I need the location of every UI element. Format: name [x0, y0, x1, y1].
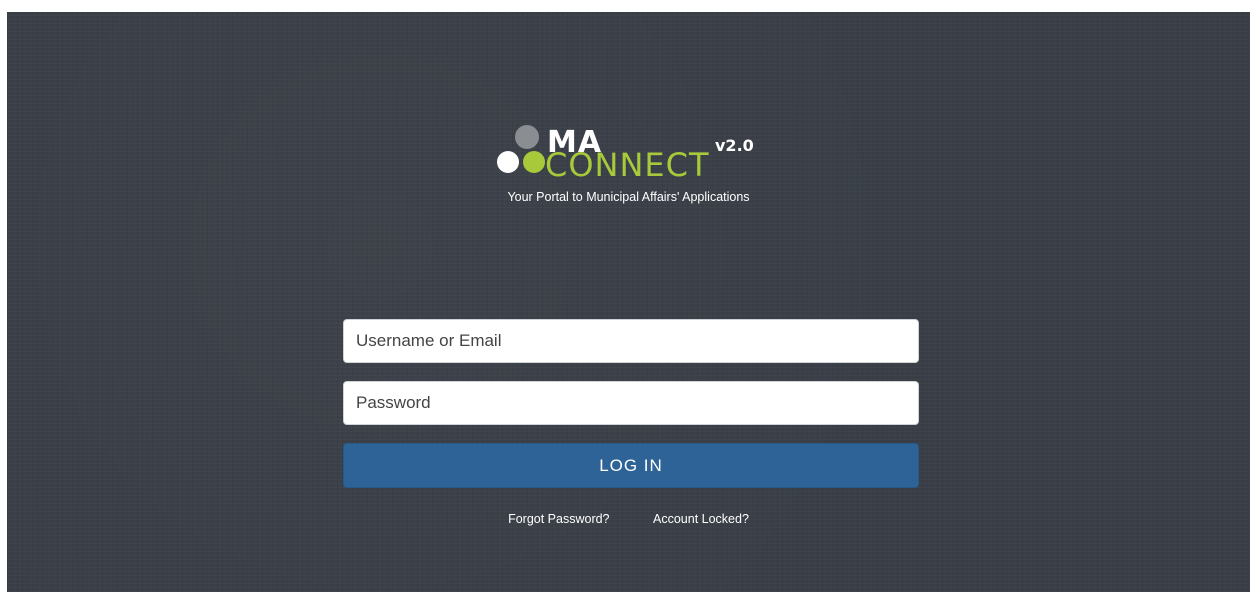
- forgot-password-link[interactable]: Forgot Password?: [508, 512, 609, 526]
- tagline: Your Portal to Municipal Affairs' Applic…: [507, 190, 750, 204]
- logo-dot-white: [497, 151, 519, 173]
- logo-mark: MA v2.0 CONNECT: [497, 125, 754, 184]
- logo-dot-gray: [515, 125, 539, 149]
- help-links: Forgot Password? Account Locked?: [7, 512, 1250, 526]
- username-input[interactable]: [343, 319, 919, 363]
- account-locked-link[interactable]: Account Locked?: [653, 512, 749, 526]
- ma-connect-logo: MA v2.0 CONNECT: [485, 122, 785, 222]
- logo-dot-green: [523, 151, 545, 173]
- logo-text-connect: CONNECT: [545, 146, 710, 184]
- logo-version: v2.0: [715, 136, 754, 155]
- login-page: MA v2.0 CONNECT Your Portal to Municipal…: [7, 12, 1250, 592]
- password-input[interactable]: [343, 381, 919, 425]
- login-button[interactable]: LOG IN: [343, 443, 919, 488]
